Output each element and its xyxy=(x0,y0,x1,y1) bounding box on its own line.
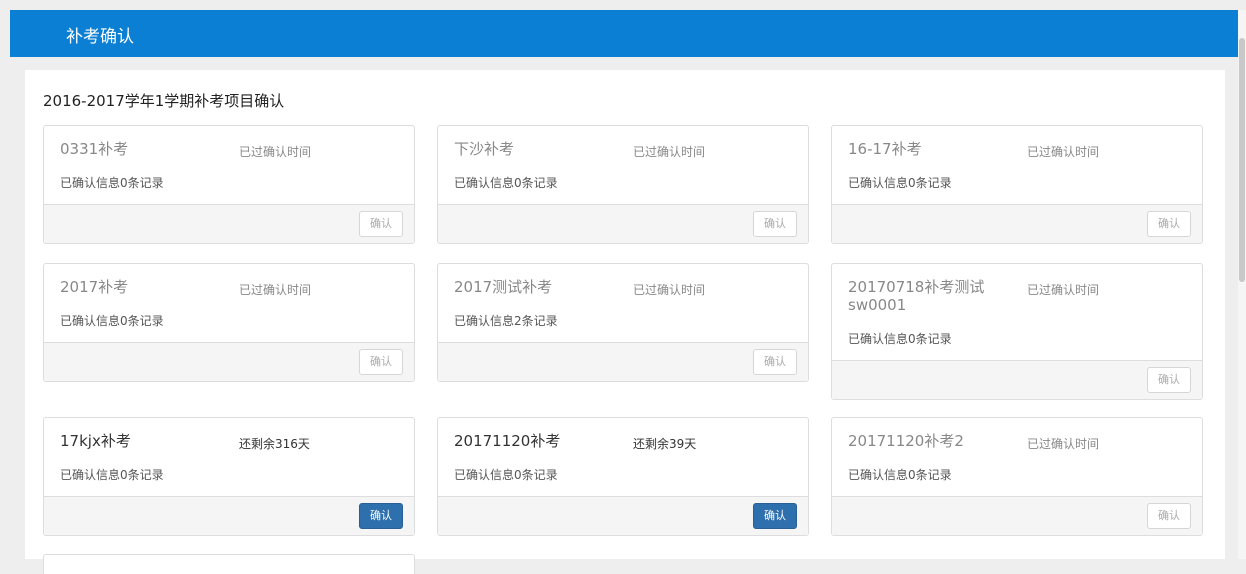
card-footer: 确认 xyxy=(438,342,808,381)
exam-card: 2017补考 已过确认时间 已确认信息0条记录 确认 xyxy=(43,263,415,382)
exam-record-info: 已确认信息2条记录 xyxy=(454,314,558,328)
exam-card: 20171120补考 还剩余39天 已确认信息0条记录 确认 xyxy=(437,417,809,536)
exam-status: 已过确认时间 xyxy=(1027,145,1100,159)
section-title: 2016-2017学年1学期补考项目确认 xyxy=(43,92,285,110)
page-header: 补考确认 xyxy=(10,10,1238,57)
exam-record-info: 已确认信息0条记录 xyxy=(60,314,164,328)
confirm-button[interactable]: 确认 xyxy=(1147,503,1191,529)
exam-status: 已过确认时间 xyxy=(633,283,706,297)
card-footer: 确认 xyxy=(44,342,414,381)
exam-status: 还剩余39天 xyxy=(633,437,697,451)
exam-card: 2017测试补考 已过确认时间 已确认信息2条记录 确认 xyxy=(437,263,809,382)
confirm-button[interactable]: 确认 xyxy=(1147,367,1191,393)
card-footer: 确认 xyxy=(438,204,808,243)
confirm-button[interactable]: 确认 xyxy=(359,503,403,529)
page-title: 补考确认 xyxy=(66,27,134,47)
exam-status: 已过确认时间 xyxy=(1027,283,1100,297)
card-footer: 确认 xyxy=(832,496,1202,535)
exam-card: 20171120补考2 已过确认时间 已确认信息0条记录 确认 xyxy=(831,417,1203,536)
exam-status: 还剩余316天 xyxy=(239,437,310,451)
exam-name: 16-17补考 xyxy=(848,140,922,158)
exam-status: 已过确认时间 xyxy=(239,283,312,297)
confirm-button[interactable]: 确认 xyxy=(1147,211,1191,237)
exam-card: 17kjx补考 还剩余316天 已确认信息0条记录 确认 xyxy=(43,417,415,536)
confirm-button[interactable]: 确认 xyxy=(753,349,797,375)
exam-name: 0331补考 xyxy=(60,140,129,158)
exam-name: 下沙补考 xyxy=(454,140,515,158)
exam-record-info: 已确认信息0条记录 xyxy=(60,468,164,482)
exam-name: 20170718补考测试sw0001 xyxy=(848,278,985,314)
exam-name: 20171120补考2 xyxy=(848,432,964,450)
exam-card: 0331补考 已过确认时间 已确认信息0条记录 确认 xyxy=(43,125,415,244)
exam-name: 20171120补考 xyxy=(454,432,561,450)
confirm-button[interactable]: 确认 xyxy=(359,349,403,375)
exam-name: 2017补考 xyxy=(60,278,129,296)
exam-name: 17kjx补考 xyxy=(60,432,131,450)
exam-record-info: 已确认信息0条记录 xyxy=(848,332,952,346)
exam-record-info: 已确认信息0条记录 xyxy=(60,176,164,190)
exam-card: 20170718补考测试sw0001 已过确认时间 已确认信息0条记录 确认 xyxy=(831,263,1203,400)
card-footer: 确认 xyxy=(44,496,414,535)
exam-card: 16-17补考 已过确认时间 已确认信息0条记录 确认 xyxy=(831,125,1203,244)
exam-record-info: 已确认信息0条记录 xyxy=(454,468,558,482)
exam-card-partial xyxy=(43,554,415,574)
exam-record-info: 已确认信息0条记录 xyxy=(454,176,558,190)
confirm-button[interactable]: 确认 xyxy=(753,503,797,529)
page-scrollbar[interactable] xyxy=(1238,10,1246,559)
content-panel: 2016-2017学年1学期补考项目确认 0331补考 已过确认时间 已确认信息… xyxy=(25,70,1225,574)
confirm-button[interactable]: 确认 xyxy=(753,211,797,237)
exam-name: 2017测试补考 xyxy=(454,278,553,296)
card-footer: 确认 xyxy=(832,360,1202,399)
card-footer: 确认 xyxy=(832,204,1202,243)
exam-record-info: 已确认信息0条记录 xyxy=(848,176,952,190)
exam-status: 已过确认时间 xyxy=(1027,437,1100,451)
exam-record-info: 已确认信息0条记录 xyxy=(848,468,952,482)
card-footer: 确认 xyxy=(438,496,808,535)
exam-status: 已过确认时间 xyxy=(633,145,706,159)
exam-status: 已过确认时间 xyxy=(239,145,312,159)
exam-card: 下沙补考 已过确认时间 已确认信息0条记录 确认 xyxy=(437,125,809,244)
scrollbar-thumb[interactable] xyxy=(1239,38,1245,282)
confirm-button[interactable]: 确认 xyxy=(359,211,403,237)
card-footer: 确认 xyxy=(44,204,414,243)
